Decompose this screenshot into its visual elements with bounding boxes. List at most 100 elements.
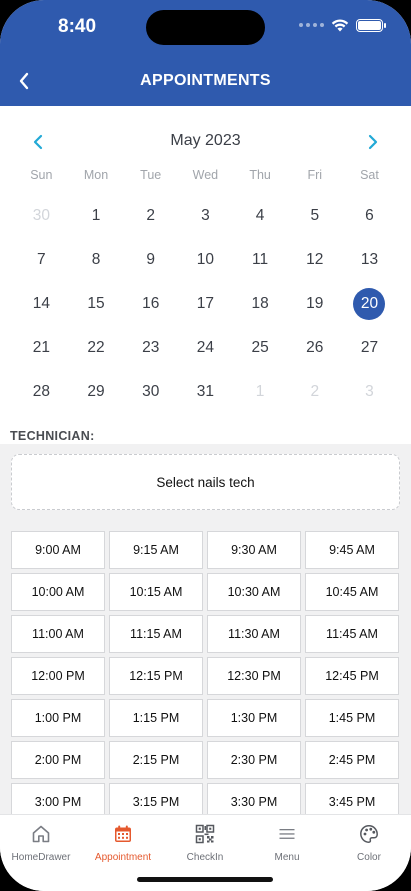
- time-slot-button[interactable]: 11:15 AM: [109, 615, 203, 653]
- calendar-month-label: May 2023: [170, 132, 241, 149]
- time-slot-button[interactable]: 12:15 PM: [109, 657, 203, 695]
- wifi-icon: [331, 19, 349, 32]
- time-slot-button[interactable]: 2:30 PM: [207, 741, 301, 779]
- home-icon: [30, 823, 52, 845]
- calendar-week: 28 29 30 31 1 2 3: [14, 370, 397, 414]
- time-slot-button[interactable]: 2:15 PM: [109, 741, 203, 779]
- time-slot-button[interactable]: 12:00 PM: [11, 657, 105, 695]
- calendar-day-selected[interactable]: 20: [342, 282, 397, 326]
- tab-menu[interactable]: Menu: [246, 823, 328, 863]
- calendar-day[interactable]: 13: [342, 238, 397, 282]
- calendar-day[interactable]: 28: [14, 370, 69, 414]
- palette-icon: [358, 823, 380, 845]
- tab-homedrawer[interactable]: HomeDrawer: [0, 823, 82, 863]
- calendar-day[interactable]: 19: [287, 282, 342, 326]
- technician-label: TECHNICIAN:: [10, 429, 95, 443]
- signal-icon: [299, 23, 324, 27]
- calendar-week: 7 8 9 10 11 12 13: [14, 238, 397, 282]
- qr-code-icon: [194, 823, 216, 845]
- time-slot-button[interactable]: 1:15 PM: [109, 699, 203, 737]
- calendar-day[interactable]: 26: [287, 326, 342, 370]
- tab-appointment[interactable]: Appointment: [82, 823, 164, 863]
- select-technician-text: Select nails tech: [156, 474, 255, 490]
- time-slot-button[interactable]: 10:30 AM: [207, 573, 301, 611]
- calendar-day-other-month: 3: [365, 383, 374, 400]
- time-slot-button[interactable]: 9:45 AM: [305, 531, 399, 569]
- time-slot-button[interactable]: 12:45 PM: [305, 657, 399, 695]
- time-slot-button[interactable]: 1:00 PM: [11, 699, 105, 737]
- chevron-right-icon: [368, 134, 378, 150]
- calendar-day[interactable]: 8: [69, 238, 124, 282]
- app-screen: 8:40 APPOINTMENTS May 2023 Sun Mon Tue W…: [0, 0, 411, 891]
- calendar-day[interactable]: 18: [233, 282, 288, 326]
- calendar-icon: [112, 823, 134, 845]
- calendar-day[interactable]: 24: [178, 326, 233, 370]
- time-slot-button[interactable]: 9:00 AM: [11, 531, 105, 569]
- calendar-day[interactable]: 23: [123, 326, 178, 370]
- time-slot-button[interactable]: 9:15 AM: [109, 531, 203, 569]
- calendar: May 2023 Sun Mon Tue Wed Thu Fri Sat 30 …: [0, 106, 411, 428]
- time-slot-button[interactable]: 1:30 PM: [207, 699, 301, 737]
- calendar-day-other-month: 30: [32, 207, 50, 224]
- calendar-day[interactable]: 30: [123, 370, 178, 414]
- calendar-day[interactable]: 6: [342, 194, 397, 238]
- calendar-day[interactable]: 21: [14, 326, 69, 370]
- time-slot-button[interactable]: 2:00 PM: [11, 741, 105, 779]
- time-slot-button[interactable]: 10:15 AM: [109, 573, 203, 611]
- home-indicator: [137, 877, 273, 882]
- calendar-day[interactable]: 17: [178, 282, 233, 326]
- calendar-day[interactable]: 9: [123, 238, 178, 282]
- weekday-label: Thu: [249, 168, 271, 182]
- time-slot-button[interactable]: 11:30 AM: [207, 615, 301, 653]
- weekday-label: Tue: [140, 168, 162, 182]
- calendar-day[interactable]: 27: [342, 326, 397, 370]
- calendar-day[interactable]: 3: [178, 194, 233, 238]
- calendar-day[interactable]: 16: [123, 282, 178, 326]
- weekday-label: Wed: [192, 168, 219, 182]
- time-slot-button[interactable]: 11:00 AM: [11, 615, 105, 653]
- time-slot-button[interactable]: 9:30 AM: [207, 531, 301, 569]
- time-slot-button[interactable]: 12:30 PM: [207, 657, 301, 695]
- calendar-day[interactable]: 7: [14, 238, 69, 282]
- calendar-day[interactable]: 1: [69, 194, 124, 238]
- status-time: 8:40: [58, 16, 97, 37]
- tab-label: Color: [357, 852, 381, 863]
- calendar-week: 14 15 16 17 18 19 20: [14, 282, 397, 326]
- tab-label: Appointment: [94, 852, 152, 863]
- tab-checkin[interactable]: CheckIn: [164, 823, 246, 863]
- calendar-day[interactable]: 2: [123, 194, 178, 238]
- time-slot-button[interactable]: 2:45 PM: [305, 741, 399, 779]
- next-month-button[interactable]: [361, 132, 385, 152]
- time-slot-button[interactable]: 10:45 AM: [305, 573, 399, 611]
- calendar-day[interactable]: 12: [287, 238, 342, 282]
- menu-icon: [276, 823, 298, 845]
- calendar-day[interactable]: 14: [14, 282, 69, 326]
- tab-color[interactable]: Color: [328, 823, 410, 863]
- calendar-day[interactable]: 11: [233, 238, 288, 282]
- weekday-header: Sun Mon Tue Wed Thu Fri Sat: [14, 168, 397, 182]
- calendar-week: 30 1 2 3 4 5 6: [14, 194, 397, 238]
- weekday-label: Sat: [360, 168, 379, 182]
- tab-label: Menu: [274, 852, 300, 863]
- calendar-day[interactable]: 29: [69, 370, 124, 414]
- calendar-grid: 30 1 2 3 4 5 6 7 8 9 10 11 12 13 14 15 1…: [14, 194, 397, 414]
- select-technician-button[interactable]: Select nails tech: [11, 454, 400, 510]
- time-slot-button[interactable]: 1:45 PM: [305, 699, 399, 737]
- calendar-day-other-month: 2: [310, 383, 320, 400]
- calendar-day[interactable]: 10: [178, 238, 233, 282]
- battery-icon: [356, 18, 386, 32]
- time-slot-button[interactable]: 11:45 AM: [305, 615, 399, 653]
- calendar-day[interactable]: 15: [69, 282, 124, 326]
- calendar-day[interactable]: 5: [287, 194, 342, 238]
- status-icons: [299, 18, 386, 32]
- calendar-week: 21 22 23 24 25 26 27: [14, 326, 397, 370]
- calendar-day[interactable]: 22: [69, 326, 124, 370]
- page-title: APPOINTMENTS: [140, 72, 271, 89]
- calendar-day[interactable]: 25: [233, 326, 288, 370]
- app-header: 8:40 APPOINTMENTS: [0, 0, 411, 106]
- technician-section: Select nails tech 9:00 AM 9:15 AM 9:30 A…: [0, 444, 411, 821]
- calendar-day[interactable]: 4: [233, 194, 288, 238]
- time-slot-button[interactable]: 10:00 AM: [11, 573, 105, 611]
- tab-label: CheckIn: [186, 852, 224, 863]
- calendar-day[interactable]: 31: [178, 370, 233, 414]
